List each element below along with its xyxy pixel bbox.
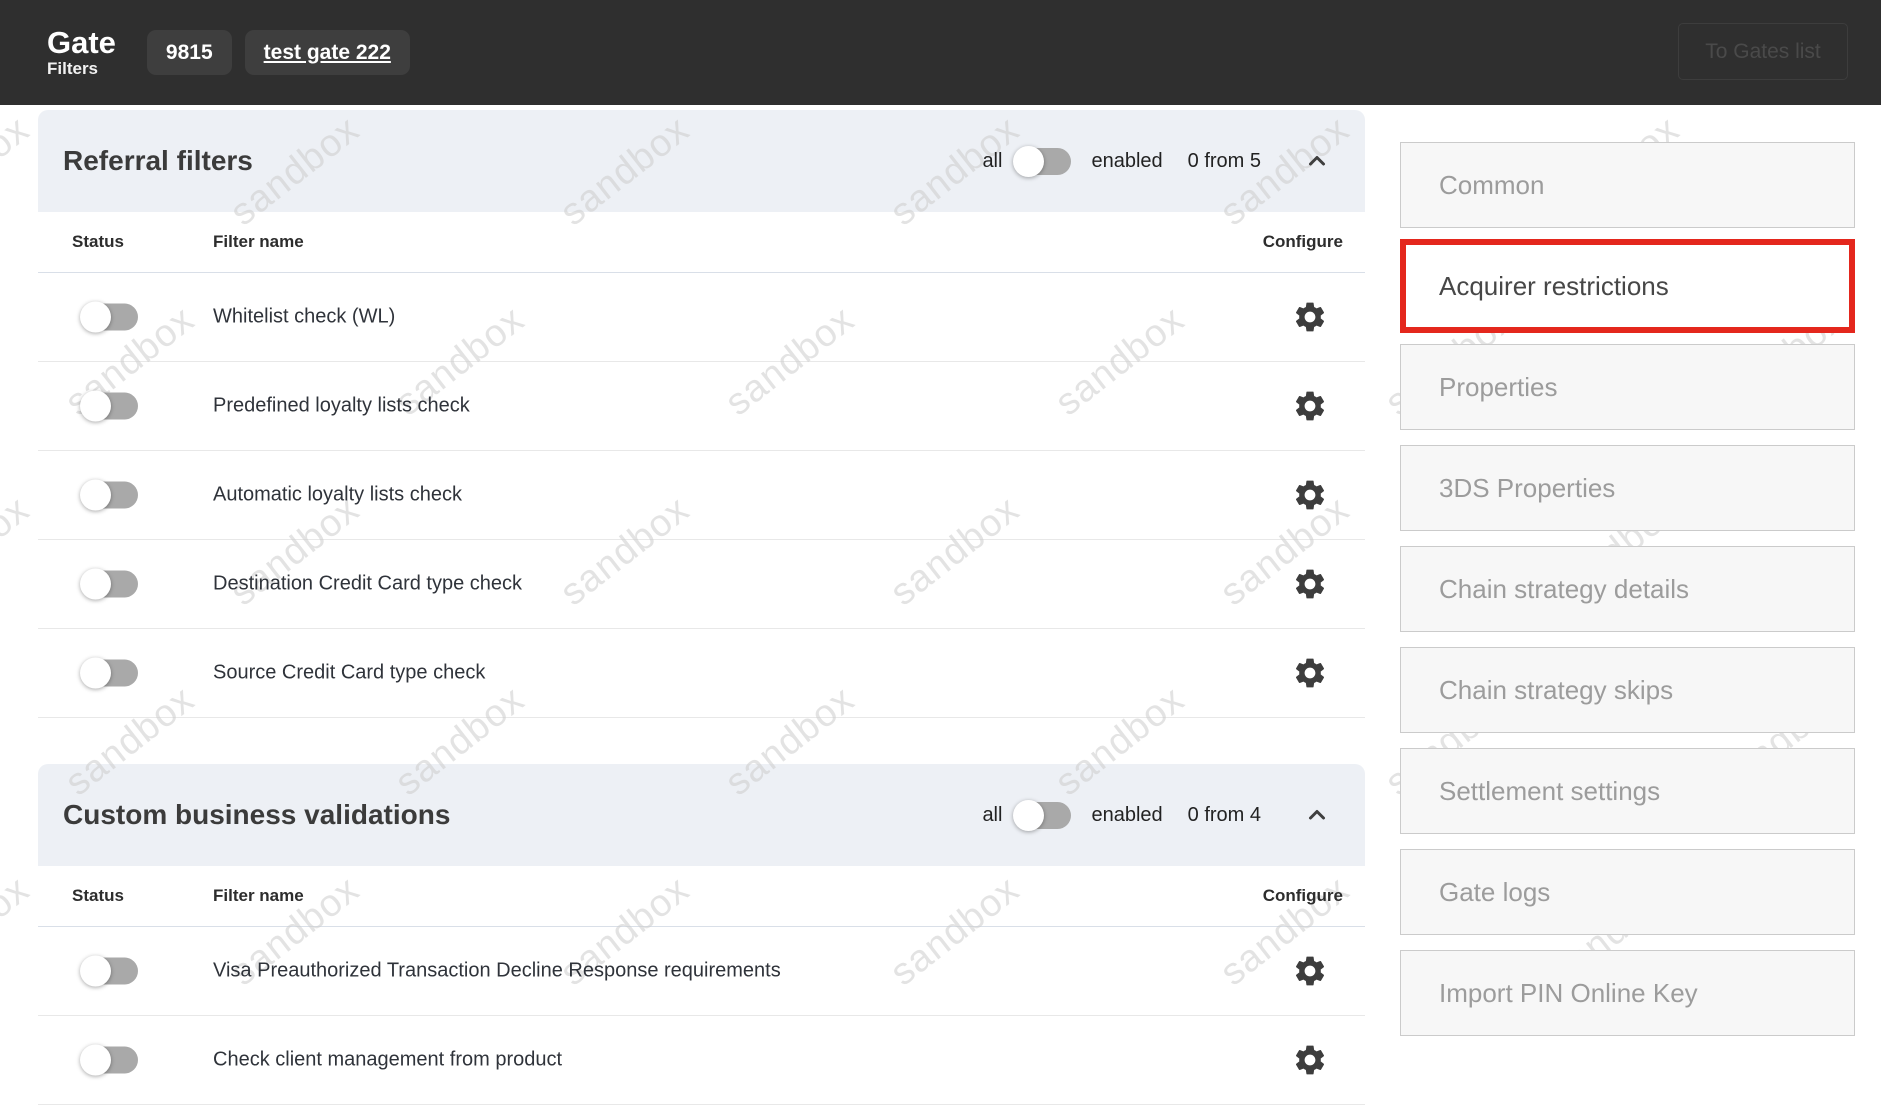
gear-icon — [1292, 566, 1328, 602]
sidebar-item-settlement-settings[interactable]: Settlement settings — [1400, 748, 1855, 834]
filter-name: Predefined loyalty lists check — [213, 395, 470, 418]
gear-icon — [1292, 388, 1328, 424]
enabled-label: enabled — [1091, 804, 1162, 827]
sidebar-item-gate-logs[interactable]: Gate logs — [1400, 849, 1855, 935]
filter-name: Source Credit Card type check — [213, 662, 485, 685]
gate-name-link[interactable]: test gate 222 — [245, 30, 410, 75]
toggle-knob — [1013, 800, 1044, 831]
filter-status-toggle[interactable] — [82, 571, 138, 598]
configure-gear-button[interactable] — [1291, 1041, 1329, 1079]
gear-icon — [1292, 655, 1328, 691]
chevron-up-icon — [1305, 149, 1329, 173]
section-controls: all enabled 0 from 4 — [982, 802, 1330, 829]
collapse-section-button[interactable] — [1304, 148, 1330, 174]
column-header-filter-name: Filter name — [213, 232, 304, 252]
all-toggle[interactable] — [1015, 802, 1071, 829]
sidebar-item-common[interactable]: Common — [1400, 142, 1855, 228]
section-header-band: Custom business validations all enabled 0 f… — [38, 764, 1365, 866]
filter-row: Destination Credit Card type check — [38, 540, 1365, 629]
sandbox-watermark: sandbox — [1873, 868, 1881, 995]
filter-row: Whitelist check (WL) — [38, 273, 1365, 362]
filter-row: Check client management from product — [38, 1016, 1365, 1105]
filter-row: Source Credit Card type check — [38, 629, 1365, 718]
configure-gear-button[interactable] — [1291, 476, 1329, 514]
sidebar-item-3ds-properties[interactable]: 3DS Properties — [1400, 445, 1855, 531]
toggle-knob — [80, 302, 111, 333]
filter-status-toggle[interactable] — [82, 304, 138, 331]
toggle-knob — [80, 956, 111, 987]
sandbox-watermark: sandbox — [0, 488, 38, 615]
filter-status-toggle[interactable] — [82, 1047, 138, 1074]
configure-gear-button[interactable] — [1291, 952, 1329, 990]
app-title: Gate — [47, 27, 116, 60]
collapse-section-button[interactable] — [1304, 802, 1330, 828]
toggle-knob — [80, 658, 111, 689]
enabled-count: 0 from 4 — [1188, 804, 1261, 827]
all-toggle[interactable] — [1015, 148, 1071, 175]
app-header: Gate Filters 9815 test gate 222 To Gates… — [0, 0, 1881, 105]
filter-name: Visa Preauthorized Transaction Decline R… — [213, 960, 781, 983]
gate-id-badge: 9815 — [147, 30, 232, 75]
column-header-configure: Configure — [1263, 886, 1343, 906]
column-header-status: Status — [72, 232, 124, 252]
column-header-configure: Configure — [1263, 232, 1343, 252]
sidebar-nav: Common Acquirer restrictions Properties 3DS… — [1400, 142, 1855, 1051]
section-title: Referral filters — [63, 145, 253, 177]
filter-name: Automatic loyalty lists check — [213, 484, 462, 507]
toggle-knob — [80, 391, 111, 422]
filters-section: Custom business validations all enabled 0 f… — [38, 764, 1365, 1105]
sidebar-item-chain-strategy-skips[interactable]: Chain strategy skips — [1400, 647, 1855, 733]
sandbox-watermark: sandbox — [0, 868, 38, 995]
configure-gear-button[interactable] — [1291, 298, 1329, 336]
filter-name: Check client management from product — [213, 1049, 562, 1072]
filters-section: Referral filters all enabled 0 from 5 Status… — [38, 110, 1365, 718]
column-header-filter-name: Filter name — [213, 886, 304, 906]
all-label: all — [982, 804, 1002, 827]
sidebar-item-properties[interactable]: Properties — [1400, 344, 1855, 430]
table-header-row: Status Filter name Configure — [38, 212, 1365, 273]
gear-icon — [1292, 477, 1328, 513]
configure-gear-button[interactable] — [1291, 654, 1329, 692]
toggle-knob — [80, 480, 111, 511]
toggle-knob — [80, 1045, 111, 1076]
section-header-band: Referral filters all enabled 0 from 5 — [38, 110, 1365, 212]
to-gates-list-button[interactable]: To Gates list — [1678, 23, 1848, 80]
filter-row: Automatic loyalty lists check — [38, 451, 1365, 540]
filter-row: Visa Preauthorized Transaction Decline R… — [38, 927, 1365, 1016]
app-brand: Gate Filters — [47, 27, 116, 77]
section-title: Custom business validations — [63, 799, 450, 831]
toggle-knob — [80, 569, 111, 600]
sidebar-item-import-pin-online-key[interactable]: Import PIN Online Key — [1400, 950, 1855, 1036]
column-header-status: Status — [72, 886, 124, 906]
enabled-count: 0 from 5 — [1188, 150, 1261, 173]
all-label: all — [982, 150, 1002, 173]
filter-status-toggle[interactable] — [82, 660, 138, 687]
filters-panel: Referral filters all enabled 0 from 5 Status… — [38, 110, 1365, 1105]
chevron-up-icon — [1305, 803, 1329, 827]
sidebar-item-chain-strategy-details[interactable]: Chain strategy details — [1400, 546, 1855, 632]
filter-name: Destination Credit Card type check — [213, 573, 522, 596]
gear-icon — [1292, 1042, 1328, 1078]
configure-gear-button[interactable] — [1291, 387, 1329, 425]
filter-status-toggle[interactable] — [82, 482, 138, 509]
filter-status-toggle[interactable] — [82, 958, 138, 985]
gear-icon — [1292, 299, 1328, 335]
filter-row: Predefined loyalty lists check — [38, 362, 1365, 451]
sandbox-watermark: sandbox — [0, 108, 38, 235]
sandbox-watermark: sandbox — [1873, 488, 1881, 615]
sidebar-item-acquirer-restrictions[interactable]: Acquirer restrictions — [1400, 239, 1855, 333]
table-header-row: Status Filter name Configure — [38, 866, 1365, 927]
gear-icon — [1292, 953, 1328, 989]
enabled-label: enabled — [1091, 150, 1162, 173]
filter-status-toggle[interactable] — [82, 393, 138, 420]
section-controls: all enabled 0 from 5 — [982, 148, 1330, 175]
sandbox-watermark: sandbox — [1873, 108, 1881, 235]
toggle-knob — [1013, 146, 1044, 177]
app-subtitle: Filters — [47, 60, 116, 78]
configure-gear-button[interactable] — [1291, 565, 1329, 603]
filter-name: Whitelist check (WL) — [213, 306, 395, 329]
